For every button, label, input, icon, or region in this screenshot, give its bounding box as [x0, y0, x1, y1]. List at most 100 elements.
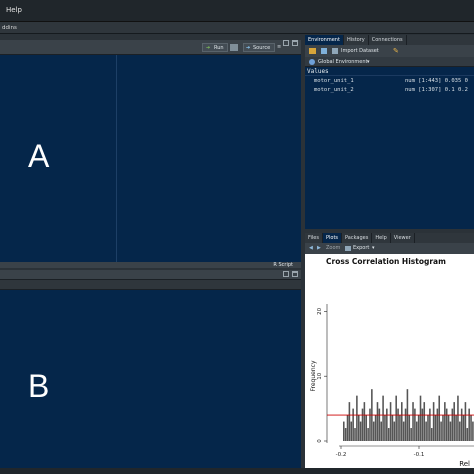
histogram-bar [363, 402, 366, 441]
histogram-bar [445, 408, 448, 441]
window-bottom-edge [0, 468, 474, 474]
histogram-bar [436, 408, 439, 441]
histogram-bar [350, 421, 353, 441]
export-button[interactable]: Export ▾ [345, 244, 379, 253]
histogram-bar [369, 408, 371, 441]
file-type-label[interactable]: R Script [273, 262, 293, 268]
values-section-header: Values [307, 68, 329, 75]
histogram-bar [425, 421, 427, 441]
histogram-bar [346, 415, 349, 441]
table-icon [332, 48, 338, 54]
histogram-bar [470, 415, 472, 441]
histogram-bar [466, 428, 469, 441]
histogram-bar [387, 428, 390, 441]
maximize-icon[interactable] [292, 40, 298, 46]
histogram-bar [389, 402, 392, 441]
source-button[interactable]: ➔ Source [243, 43, 275, 52]
y-tick-label: 10 [317, 372, 323, 379]
histogram-bar [459, 421, 461, 441]
histogram-bar [414, 408, 416, 441]
save-icon[interactable] [321, 48, 327, 54]
y-ticks: 0 10 20 [317, 307, 327, 443]
source-label: Source [253, 45, 271, 51]
histogram-bar [382, 395, 384, 441]
env-variable-value: num [1:307] 0.1 0.2 [405, 87, 468, 93]
tab-viewer[interactable]: Viewer [390, 233, 415, 243]
addins-menu[interactable]: ddins [2, 25, 17, 31]
tab-history[interactable]: History [343, 35, 369, 45]
env-variable-name[interactable]: motor_unit_1 [314, 78, 354, 84]
histogram-bar [440, 421, 442, 441]
histogram-bar [410, 428, 412, 441]
x-tick-label: -0.2 [336, 452, 347, 458]
tab-packages[interactable]: Packages [342, 233, 373, 243]
histogram-bar [359, 421, 362, 441]
console-maximize-icon[interactable] [292, 271, 298, 277]
pane-label-b: B [28, 368, 50, 404]
env-variable-name[interactable]: motor_unit_2 [314, 87, 354, 93]
open-folder-icon[interactable] [309, 48, 316, 54]
environment-toolbar: Import Dataset ✎ [305, 45, 474, 57]
broom-icon[interactable]: ✎ [393, 47, 399, 55]
histogram-bar [401, 402, 403, 441]
tab-files[interactable]: Files [305, 233, 323, 243]
tab-help[interactable]: Help [372, 233, 391, 243]
chevron-down-icon: ▾ [372, 245, 375, 251]
histogram-bar [393, 421, 396, 441]
tab-environment[interactable]: Environment [305, 35, 344, 45]
export-label: Export [353, 245, 370, 251]
console-minimize-icon[interactable] [283, 271, 289, 277]
histogram-bar [412, 402, 414, 441]
export-icon [345, 246, 351, 251]
histogram-bar [344, 428, 347, 441]
x-ticks: -0.2 -0.1 [336, 446, 424, 458]
histogram-bar [432, 402, 435, 441]
histogram-bar [417, 415, 420, 441]
histogram-bar [449, 421, 452, 441]
histogram-bar [464, 402, 467, 441]
import-dataset-button[interactable]: Import Dataset [332, 47, 392, 55]
run-arrow-icon: ➔ [206, 45, 211, 51]
rerun-icon[interactable] [230, 44, 238, 51]
histogram-bar [391, 415, 394, 441]
histogram-bar [427, 415, 429, 441]
menu-bar [0, 0, 474, 22]
source-status-bar: R Script [0, 262, 301, 268]
histogram-bar [421, 408, 424, 441]
histogram-bar [386, 408, 388, 441]
histogram-bar [444, 402, 446, 441]
run-button[interactable]: ➔ Run [202, 43, 228, 52]
histogram-bar [384, 415, 386, 441]
zoom-button[interactable]: Zoom [326, 245, 340, 251]
histogram-bar [378, 408, 381, 441]
chevron-down-icon: ▾ [367, 59, 370, 65]
histogram-bar [460, 408, 463, 441]
console-pane-header [0, 270, 301, 280]
tab-connections[interactable]: Connections [368, 35, 407, 45]
env-variable-value: num [1:443] 0.035 0 [405, 78, 468, 84]
histogram-bar [374, 415, 377, 441]
histogram-bar [453, 402, 455, 441]
histogram-bar [423, 402, 426, 441]
source-arrow-icon: ➔ [246, 45, 251, 51]
forward-arrow-icon[interactable]: ▶ [317, 245, 321, 251]
histogram-bar [468, 408, 470, 441]
environment-tabs: Environment History Connections [305, 35, 474, 45]
histogram-bar [380, 421, 382, 441]
histogram-bar [367, 428, 369, 441]
minimize-icon[interactable] [283, 40, 289, 46]
global-environment-label: Global Environment [318, 59, 368, 65]
import-dataset-label: Import Dataset [341, 48, 379, 54]
cross-correlation-chart: Cross Correlation Histogram Frequency Re… [310, 257, 474, 468]
y-tick-label: 0 [317, 439, 323, 443]
histogram-bar [354, 428, 356, 441]
tab-plots[interactable]: Plots [322, 233, 343, 243]
histogram-bar [429, 408, 431, 441]
histogram-bar [462, 415, 465, 441]
back-arrow-icon[interactable]: ◀ [309, 245, 313, 251]
pane-label-a: A [28, 138, 50, 174]
menu-help[interactable]: Help [6, 6, 22, 14]
global-environment-selector[interactable]: Global Environment ▾ [305, 57, 474, 67]
plots-toolbar: ◀ ▶ Zoom Export ▾ [305, 243, 474, 254]
histogram-bar [397, 408, 399, 441]
